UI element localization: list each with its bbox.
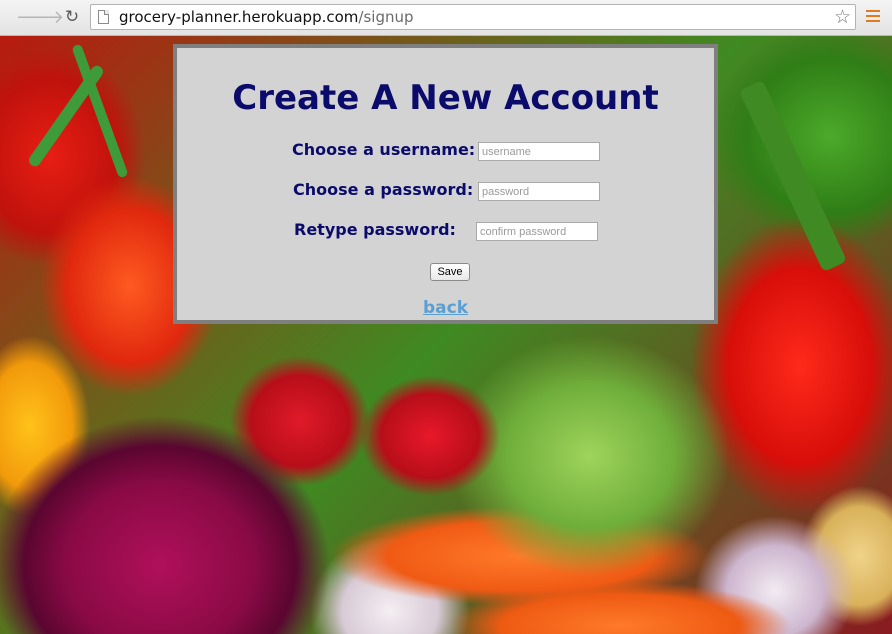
password-label: Choose a password: xyxy=(293,180,474,199)
reload-icon[interactable]: ↻ xyxy=(61,6,83,28)
back-link[interactable]: back xyxy=(177,298,714,318)
confirm-password-label: Retype password: xyxy=(294,220,456,239)
tomato-vine xyxy=(71,43,129,179)
url-path: /signup xyxy=(358,8,414,26)
url-host: grocery-planner.herokuapp.com xyxy=(119,8,359,26)
username-input[interactable] xyxy=(478,142,600,161)
browser-toolbar: 🡐 🡒 ↻ grocery-planner.herokuapp.com/sign… xyxy=(0,0,892,271)
page-title: Create A New Account xyxy=(232,78,659,118)
save-button[interactable]: Save xyxy=(430,263,470,281)
bookmark-star-icon[interactable]: ☆ xyxy=(834,6,851,29)
pepper-stem xyxy=(738,79,848,273)
url-text[interactable]: grocery-planner.herokuapp.com/signup xyxy=(119,8,414,26)
forward-arrow-icon[interactable]: 🡒 xyxy=(16,6,64,28)
page-icon xyxy=(98,10,109,24)
username-label: Choose a username: xyxy=(292,140,476,159)
menu-icon[interactable] xyxy=(866,10,880,24)
address-bar[interactable]: grocery-planner.herokuapp.com/signup ☆ xyxy=(90,4,856,30)
password-input[interactable] xyxy=(478,182,600,201)
confirm-password-input[interactable] xyxy=(476,222,598,241)
signup-panel: Create A New Account Choose a username: … xyxy=(173,44,718,324)
